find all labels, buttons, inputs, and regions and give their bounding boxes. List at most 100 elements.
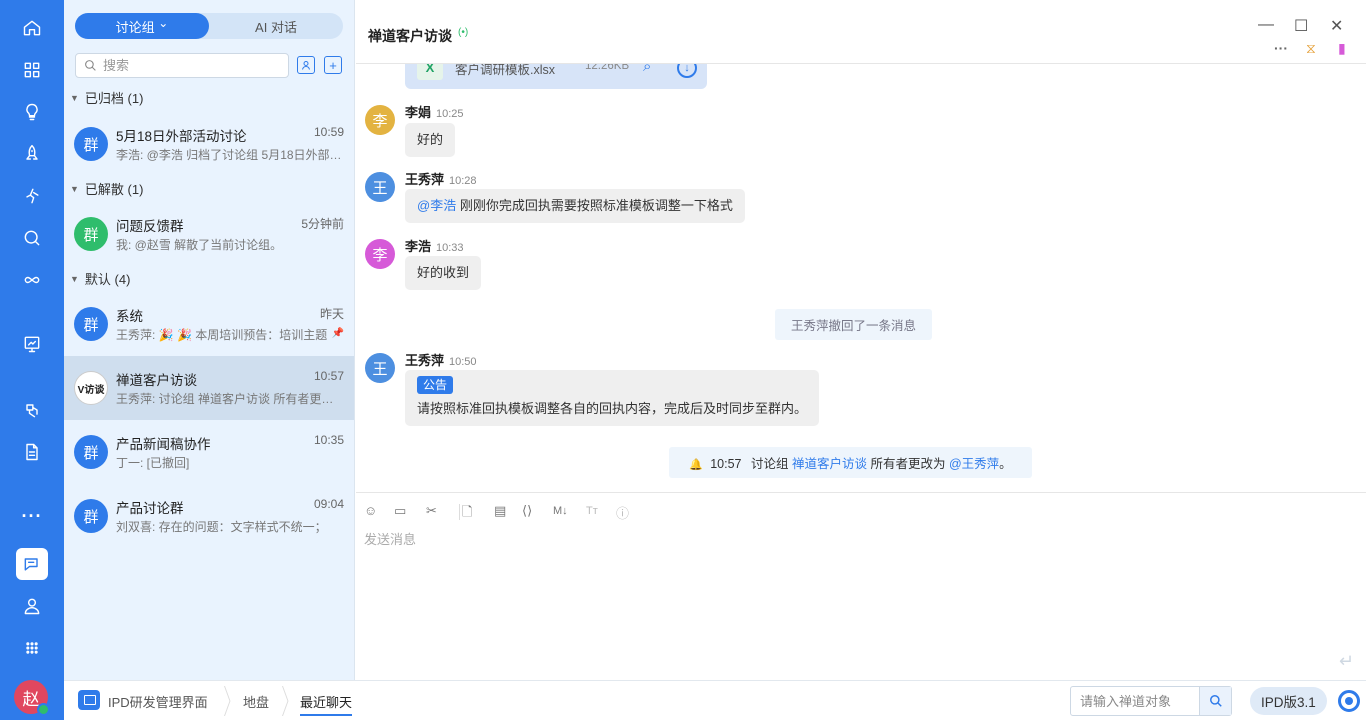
conversation-item[interactable]: 群 产品新闻稿协作 10:35 丁一: [已撤回] <box>64 420 354 484</box>
sidebar-toggle-icon[interactable]: ▮ <box>1338 40 1346 57</box>
close-button[interactable]: ✕ <box>1330 16 1343 36</box>
maximize-button[interactable]: ☐ <box>1294 16 1308 36</box>
apps-icon[interactable] <box>16 54 48 86</box>
sender-avatar[interactable]: 王 <box>365 353 395 383</box>
download-icon[interactable]: ↓ <box>677 64 697 78</box>
user-icon[interactable] <box>16 590 48 622</box>
sender-name: 李浩 10:33 <box>405 239 464 254</box>
sender-avatar[interactable]: 李 <box>365 239 395 269</box>
lightbulb-icon[interactable] <box>16 96 48 128</box>
conversation-time: 10:57 <box>313 369 344 383</box>
sender-name: 王秀萍 10:28 <box>405 172 477 187</box>
conversation-name: 5月18日外部活动讨论 <box>116 129 247 144</box>
conversation-preview: 李浩: @李浩 归档了讨论组 5月18日外部活动讨论 <box>116 148 344 162</box>
message-input[interactable] <box>364 529 1344 649</box>
conversation-time: 5分钟前 <box>301 217 344 231</box>
emoji-icon[interactable]: ☺ <box>364 503 377 518</box>
search-input[interactable] <box>103 58 273 73</box>
sender-avatar[interactable]: 王 <box>365 172 395 202</box>
conversation-item[interactable]: 群 5月18日外部活动讨论 10:59 李浩: @李浩 归档了讨论组 5月18日… <box>64 112 354 176</box>
file-card[interactable]: X 客户调研模板.xlsx 12.26KB ⌕ ↓ <box>405 64 707 89</box>
code-icon[interactable]: ⟨⟩ <box>522 503 532 519</box>
group-link[interactable]: 禅道客户访谈 <box>792 457 867 471</box>
conversation-item[interactable]: 群 系统 昨天 王秀萍: 🎉 🎉 本周培训预告：培训主题 📌 <box>64 292 354 356</box>
conversation-time: 昨天 <box>319 307 344 321</box>
message-bubble: 好的收到 <box>405 256 482 290</box>
chat-icon[interactable] <box>16 548 48 580</box>
conversation-item-selected[interactable]: V访谈 禅道客户访谈 10:57 王秀萍: 讨论组 禅道客户访谈 所有者更改为 … <box>64 356 354 420</box>
user-link[interactable]: @王秀萍 <box>949 457 999 471</box>
image-icon[interactable]: ▭ <box>394 503 406 519</box>
document-icon[interactable] <box>16 436 48 468</box>
object-search-input[interactable] <box>1080 693 1204 709</box>
brand-logo-icon[interactable] <box>1338 690 1360 712</box>
preview-icon[interactable]: ⌕ <box>643 64 651 75</box>
sender-avatar[interactable]: 李 <box>365 105 395 135</box>
more-icon[interactable]: ··· <box>1274 40 1288 56</box>
pin-icon[interactable]: 📌 <box>332 328 344 339</box>
conversation-item[interactable]: 群 问题反馈群 5分钟前 我: @赵雪 解散了当前讨论组。 <box>64 202 354 266</box>
file-size: 12.26KB <box>585 64 630 72</box>
search-button[interactable] <box>1199 687 1231 715</box>
mention-link[interactable]: @李浩 <box>417 198 456 213</box>
markdown-icon[interactable]: M↓ <box>553 505 568 517</box>
group-header-default[interactable]: ▼ 默认 (4) <box>70 269 130 288</box>
tab-ai-chat[interactable]: AI 对话 <box>209 13 343 39</box>
breadcrumb-recent-chat[interactable]: 最近聊天 <box>300 692 353 716</box>
chevron-down-icon: ▼ <box>70 183 79 194</box>
chat-header: 禅道客户访谈 (•) — ☐ ✕ ··· ⧖ ▮ <box>356 0 1366 64</box>
version-badge[interactable]: IPD版3.1 <box>1250 687 1327 715</box>
doc-icon[interactable]: ▤ <box>494 503 506 519</box>
chevron-down-icon: ⌄ <box>158 16 169 30</box>
more-icon[interactable]: ··· <box>16 500 48 532</box>
owner-change-notice: 🔔 10:57 讨论组 禅道客户访谈 所有者更改为 @王秀萍。 <box>669 447 1032 478</box>
minimize-button[interactable]: — <box>1258 16 1274 34</box>
conversation-preview: 王秀萍: 讨论组 禅道客户访谈 所有者更改为 @王秀萍。 <box>116 392 344 406</box>
file-icon[interactable]: 🗋 <box>462 503 472 525</box>
announcement-bubble: 公告 请按照标准回执模板调整各自的回执内容，完成后及时同步至群内。 <box>405 370 820 426</box>
chevron-down-icon: ▼ <box>70 273 79 284</box>
group-header-archived[interactable]: ▼ 已归档 (1) <box>70 88 143 107</box>
excel-icon: X <box>417 64 443 80</box>
conversation-time: 10:35 <box>313 433 344 447</box>
infinity-icon[interactable] <box>16 264 48 296</box>
conversation-name: 系统 <box>116 309 143 324</box>
group-header-dissolved[interactable]: ▼ 已解散 (1) <box>70 179 143 198</box>
chat-title: 禅道客户访谈 <box>368 28 452 44</box>
search-icon <box>1209 695 1222 707</box>
breadcrumb-dashboard[interactable]: 地盘 <box>243 692 269 711</box>
group-avatar: 群 <box>74 435 108 469</box>
group-avatar: 群 <box>74 499 108 533</box>
scissors-icon[interactable]: ✂ <box>426 503 437 519</box>
grid-icon[interactable] <box>16 632 48 664</box>
add-icon[interactable]: + <box>324 56 342 74</box>
user-avatar[interactable]: 赵 <box>14 680 50 716</box>
object-search <box>1070 686 1232 716</box>
contacts-icon[interactable] <box>297 56 315 74</box>
message-list: X 客户调研模板.xlsx 12.26KB ⌕ ↓ 李 李娟 10:25 好的 王… <box>356 64 1366 492</box>
conversation-preview: 王秀萍: 🎉 🎉 本周培训预告：培训主题 <box>116 328 328 342</box>
conversation-item[interactable]: 群 产品讨论群 09:04 刘双喜: 存在的问题：文字样式不统一； <box>64 484 354 548</box>
breadcrumb-divider <box>224 686 234 716</box>
search-circle-icon[interactable] <box>16 222 48 254</box>
monitor-icon[interactable] <box>78 690 100 710</box>
breadcrumb-ipd[interactable]: IPD研发管理界面 <box>108 692 208 711</box>
announcement-tag: 公告 <box>417 376 454 394</box>
home-icon[interactable] <box>16 12 48 44</box>
group-avatar: V访谈 <box>74 371 108 405</box>
conversation-name: 问题反馈群 <box>116 219 184 234</box>
robot-icon[interactable] <box>16 394 48 426</box>
send-icon[interactable]: ↵ <box>1339 651 1354 672</box>
run-icon[interactable] <box>16 180 48 212</box>
left-rail: ··· 赵 <box>0 0 64 720</box>
help-icon[interactable]: ⓘ <box>616 503 629 522</box>
clock-icon[interactable]: ⧖ <box>1306 40 1316 57</box>
tab-discussion-groups[interactable]: 讨论组 ⌄ <box>75 13 209 39</box>
board-icon[interactable] <box>16 328 48 360</box>
sender-name: 李娟 10:25 <box>405 105 464 120</box>
text-format-icon[interactable]: Tт <box>586 505 598 517</box>
conversation-preview: 刘双喜: 存在的问题：文字样式不统一； <box>116 520 327 534</box>
rocket-icon[interactable] <box>16 138 48 170</box>
sender-name: 王秀萍 10:50 <box>405 353 477 368</box>
live-icon: (•) <box>458 27 469 38</box>
